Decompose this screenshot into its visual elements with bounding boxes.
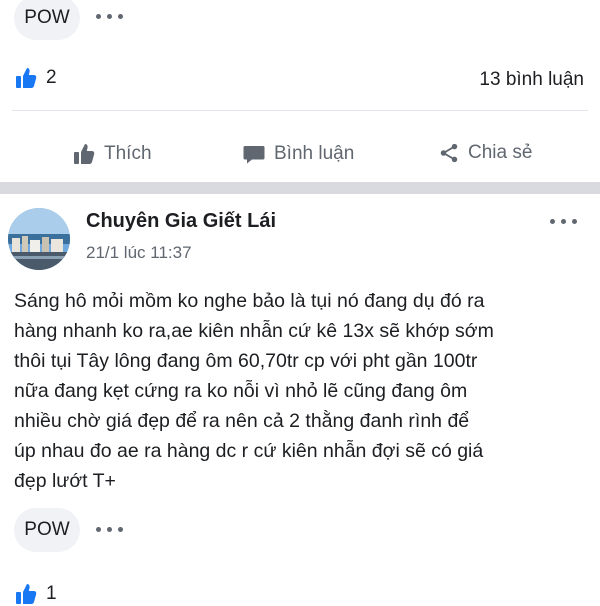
reaction-pill[interactable]: POW bbox=[14, 508, 80, 552]
share-button-label: Chia sẻ bbox=[468, 142, 533, 163]
author-avatar[interactable] bbox=[8, 208, 70, 270]
like-icon bbox=[16, 584, 37, 604]
like-summary[interactable]: 1 bbox=[14, 582, 57, 606]
share-icon bbox=[440, 143, 458, 163]
comment-button[interactable]: Bình luận bbox=[242, 142, 354, 166]
post-more-options-icon[interactable] bbox=[550, 219, 577, 224]
post-body: Sáng hô mỏi mồm ko nghe bảo là tụi nó đa… bbox=[14, 290, 494, 492]
post-separator bbox=[0, 182, 600, 194]
post-timestamp[interactable]: 21/1 lúc 11:37 bbox=[86, 243, 192, 263]
like-count: 1 bbox=[46, 583, 57, 604]
like-button-label: Thích bbox=[104, 143, 152, 164]
like-summary[interactable]: 2 bbox=[14, 66, 57, 90]
thumbs-up-icon bbox=[74, 144, 95, 164]
divider bbox=[12, 110, 588, 111]
comment-count[interactable]: 13 bình luận bbox=[479, 69, 584, 91]
reaction-pill[interactable]: POW bbox=[14, 0, 80, 40]
comment-icon bbox=[243, 146, 265, 164]
more-options-icon[interactable] bbox=[96, 527, 123, 532]
share-button[interactable]: Chia sẻ bbox=[438, 142, 532, 164]
reaction-label: POW bbox=[24, 519, 70, 540]
author-name[interactable]: Chuyên Gia Giết Lái bbox=[86, 210, 276, 233]
like-count: 2 bbox=[46, 67, 57, 88]
more-options-icon[interactable] bbox=[96, 14, 123, 19]
like-icon bbox=[16, 68, 37, 88]
comment-button-label: Bình luận bbox=[274, 143, 355, 164]
reaction-label: POW bbox=[24, 7, 70, 28]
like-button[interactable]: Thích bbox=[72, 142, 152, 166]
